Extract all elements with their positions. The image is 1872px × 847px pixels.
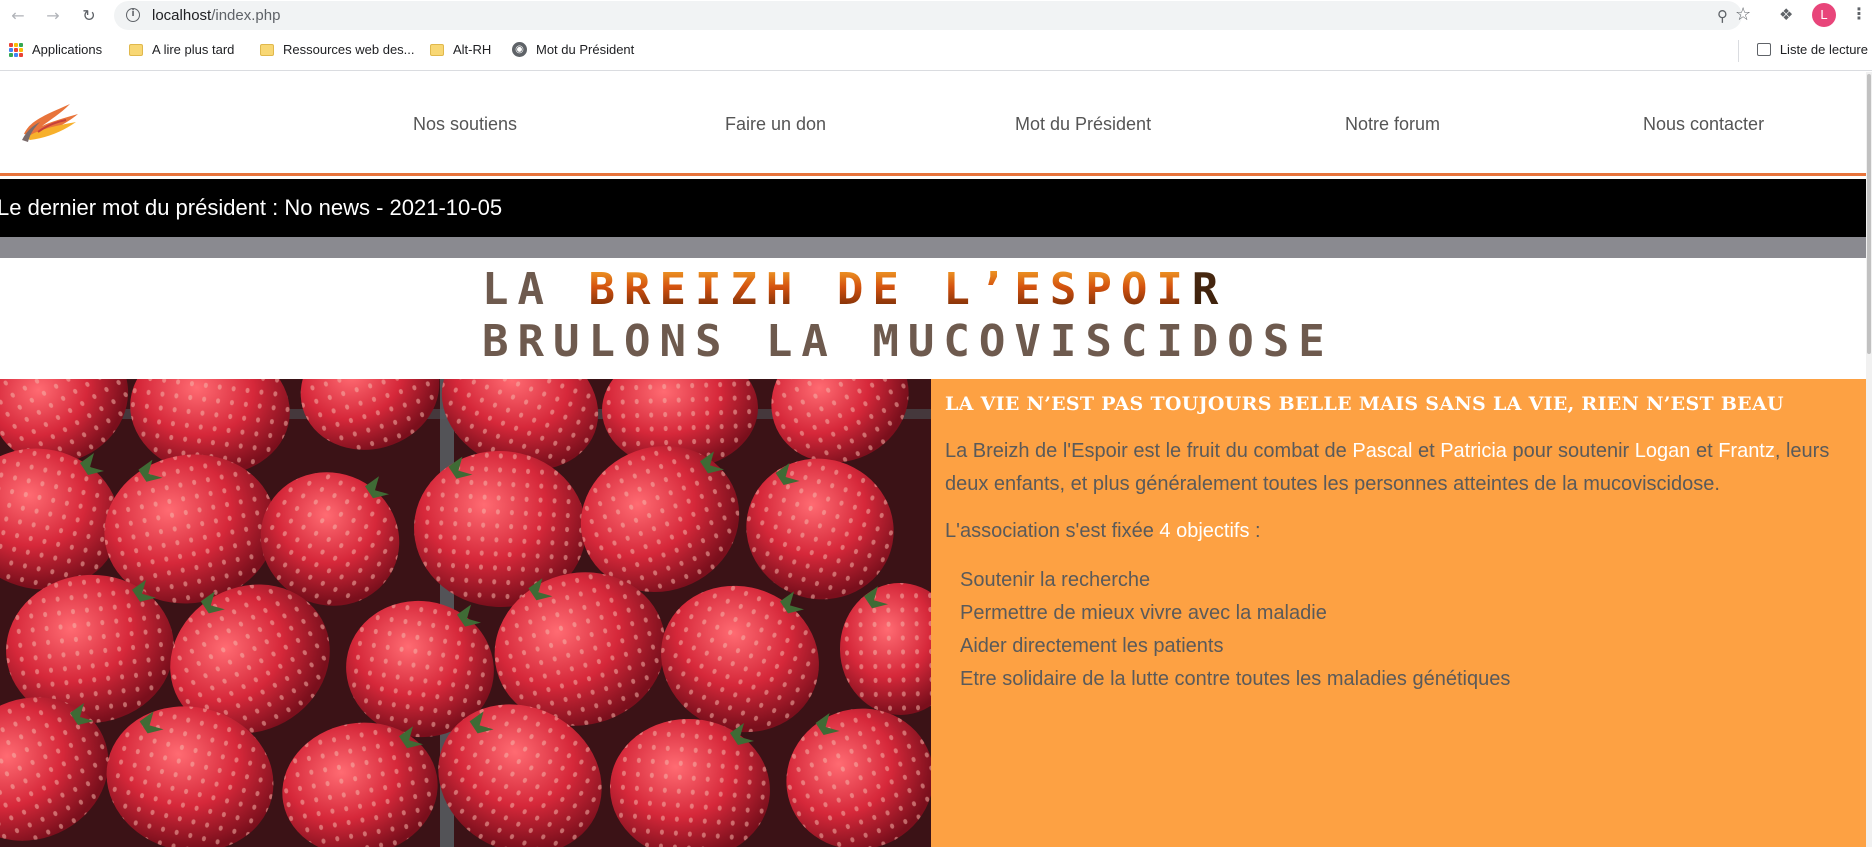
nav-notre-forum[interactable]: Notre forum — [1345, 114, 1440, 135]
scrollbar-thumb[interactable] — [1867, 74, 1871, 354]
flame-logo[interactable] — [20, 96, 82, 146]
strawberries-photo — [0, 379, 931, 847]
list-item: Soutenir la recherche — [960, 569, 1151, 591]
browser-toolbar: ← → ↻ i localhost/index.php ⚲ ☆ ❖ L ⋮ — [0, 0, 1872, 31]
extensions-puzzle-icon[interactable]: ❖ — [1779, 5, 1793, 24]
ticker-text: Le dernier mot du président : No news - … — [0, 195, 503, 220]
hero-title-fire-text: BREIZH DE L’ESPOI — [588, 264, 1192, 315]
list-item: Permettre de mieux vivre avec la maladie — [960, 602, 1327, 624]
name-logan: Logan — [1634, 440, 1691, 462]
folder-icon — [129, 43, 143, 56]
url-text[interactable]: localhost/index.php — [152, 7, 280, 24]
nav-faire-un-don[interactable]: Faire un don — [725, 114, 826, 135]
objectives-text: L'association s'est fixée — [945, 520, 1160, 542]
kebab-menu-icon[interactable]: ⋮ — [1851, 4, 1867, 23]
hero-title-part: LA — [482, 264, 589, 315]
about-panel: LA VIE N’EST PAS TOUJOURS BELLE MAIS SAN… — [931, 379, 1866, 847]
nav-nos-soutiens[interactable]: Nos soutiens — [413, 114, 517, 135]
objectives-list: Soutenir la recherche Permettre de mieux… — [960, 564, 1510, 696]
hero-title-line-1: LA BREIZH DE L’ESPOIR — [482, 264, 1227, 315]
folder-icon — [430, 43, 444, 56]
forward-arrow-icon[interactable]: → — [42, 4, 64, 26]
hero-title-part: R — [1191, 264, 1228, 315]
reload-icon[interactable]: ↻ — [78, 4, 100, 26]
objectives-text: : — [1249, 520, 1261, 542]
objectives-count: 4 objectifs — [1159, 520, 1250, 542]
name-pascal: Pascal — [1352, 440, 1413, 462]
intro-text: pour soutenir — [1506, 440, 1635, 462]
folder-icon — [260, 43, 274, 56]
bookmarks-divider — [1738, 40, 1739, 62]
globe-icon: ◉ — [512, 42, 527, 57]
intro-text: La Breizh de l'Espoir est le fruit du co… — [945, 440, 1353, 462]
address-bar[interactable]: i localhost/index.php ⚲ — [114, 1, 1742, 30]
grey-separator-band — [0, 237, 1872, 258]
strawberries-illustration — [0, 379, 931, 847]
list-item: Etre solidaire de la lutte contre toutes… — [960, 668, 1511, 690]
panel-heading: LA VIE N’EST PAS TOUJOURS BELLE MAIS SAN… — [945, 393, 1784, 415]
url-path: /index.php — [211, 7, 281, 24]
hero-title-line-2: BRULONS LA MUCOVISCIDOSE — [482, 316, 1334, 367]
zoom-icon[interactable]: ⚲ — [1717, 7, 1728, 25]
reading-list-button[interactable]: Liste de lecture — [1756, 42, 1868, 57]
page-scrollbar[interactable] — [1866, 72, 1872, 847]
bookmark-label: Applications — [32, 42, 103, 57]
bookmark-alt-rh[interactable]: Alt-RH — [430, 42, 491, 57]
bookmark-mot-du-president[interactable]: ◉ Mot du Président — [512, 42, 634, 57]
profile-avatar[interactable]: L — [1812, 3, 1836, 27]
name-patricia: Patricia — [1440, 440, 1507, 462]
bookmark-label: Ressources web des... — [283, 42, 415, 57]
bookmark-a-lire-plus-tard[interactable]: A lire plus tard — [129, 42, 234, 57]
bookmark-applications[interactable]: Applications — [9, 42, 102, 57]
objectives-intro: L'association s'est fixée 4 objectifs : — [945, 515, 1261, 548]
bookmark-ressources-web[interactable]: Ressources web des... — [260, 42, 415, 57]
site-header: Nos soutiens Faire un don Mot du Préside… — [0, 72, 1872, 176]
reading-list-label: Liste de lecture — [1779, 42, 1868, 57]
apps-grid-icon — [9, 42, 23, 57]
bookmark-label: A lire plus tard — [152, 42, 235, 57]
bookmark-star-icon[interactable]: ☆ — [1735, 4, 1751, 25]
list-item: Aider directement les patients — [960, 635, 1224, 657]
intro-paragraph: La Breizh de l'Espoir est le fruit du co… — [945, 435, 1855, 501]
bookmarks-bar: Applications A lire plus tard Ressources… — [0, 31, 1872, 71]
intro-text: et — [1690, 440, 1719, 462]
nav-mot-du-president[interactable]: Mot du Président — [1015, 114, 1151, 135]
reading-list-icon — [1756, 43, 1771, 56]
url-host: localhost — [152, 7, 212, 24]
intro-text: et — [1412, 440, 1441, 462]
bookmark-label: Mot du Président — [536, 42, 635, 57]
site-info-icon[interactable]: i — [126, 8, 140, 22]
nav-nous-contacter[interactable]: Nous contacter — [1643, 114, 1764, 135]
president-news-ticker: Le dernier mot du président : No news - … — [0, 179, 1872, 237]
bookmark-label: Alt-RH — [453, 42, 492, 57]
name-frantz: Frantz — [1718, 440, 1775, 462]
back-arrow-icon[interactable]: ← — [7, 4, 29, 26]
